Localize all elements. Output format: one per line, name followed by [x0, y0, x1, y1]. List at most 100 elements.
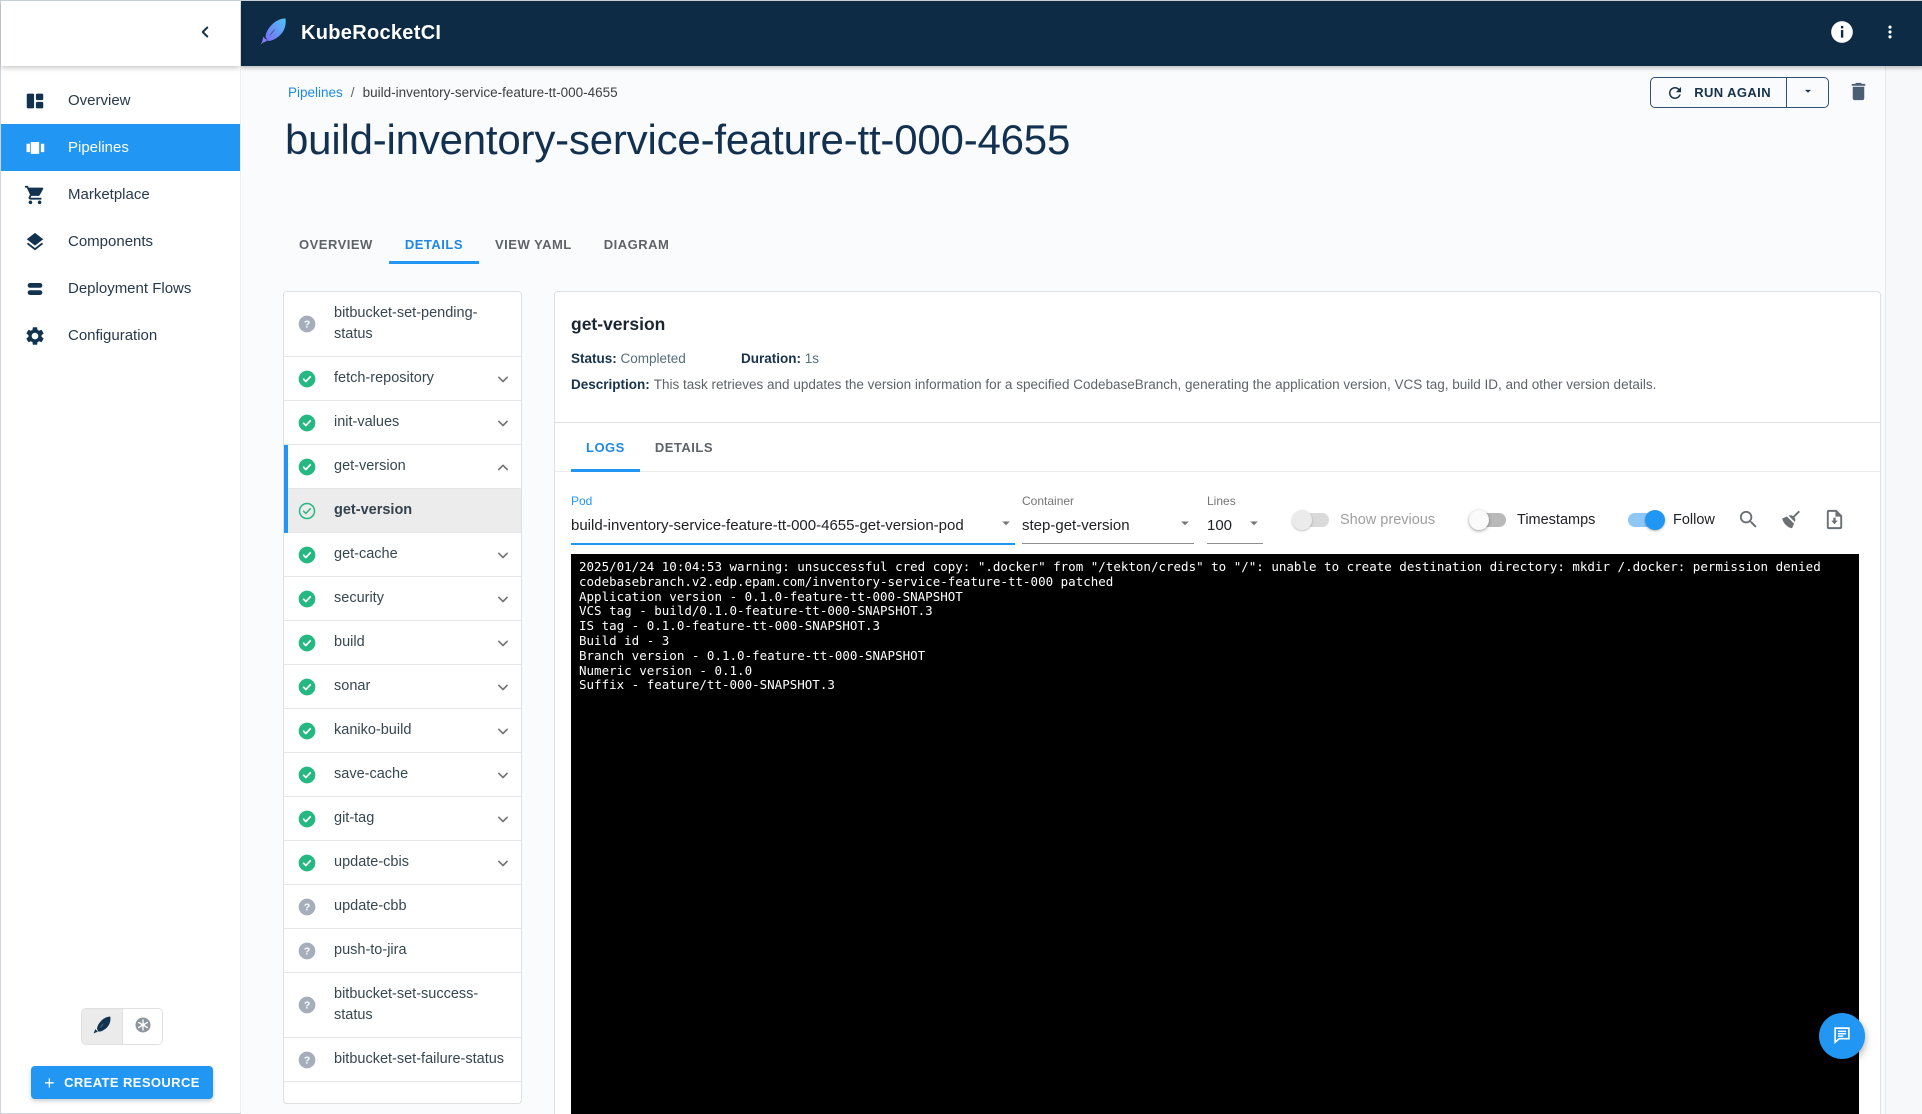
task-list: ?bitbucket-set-pending-status fetch-repos… [284, 292, 521, 1082]
task-item-label: save-cache [334, 764, 493, 785]
run-again-dropdown-button[interactable] [1786, 78, 1828, 107]
chevron-up-icon[interactable] [493, 457, 513, 477]
sidebar-item-pipelines[interactable]: Pipelines [1, 124, 240, 171]
task-detail-header: get-version Status: Completed Duration: … [555, 292, 1880, 423]
log-terminal[interactable]: 2025/01/24 10:04:53 warning: unsuccessfu… [571, 554, 1859, 1114]
task-item-get-version[interactable]: get-version [288, 489, 521, 533]
chevron-down-icon[interactable] [493, 853, 513, 873]
kebab-menu-button[interactable] [1881, 22, 1899, 45]
caret-down-icon [1176, 514, 1194, 536]
breadcrumb-pipelines-link[interactable]: Pipelines [288, 85, 343, 100]
appbar: KubeRocketCI [241, 1, 1922, 66]
tab-view-yaml[interactable]: VIEW YAML [479, 224, 588, 264]
task-item-update-cbis[interactable]: update-cbis [284, 841, 521, 885]
tab-details[interactable]: DETAILS [389, 224, 479, 264]
task-item-save-cache[interactable]: save-cache [284, 753, 521, 797]
lines-select[interactable]: Lines 100 [1207, 494, 1263, 544]
task-item-label: get-version [334, 500, 513, 521]
lines-value: 100 [1207, 517, 1232, 534]
pod-label: Pod [571, 494, 1015, 508]
sidebar-item-overview[interactable]: Overview [1, 77, 240, 124]
run-again-split-button: RUN AGAIN [1650, 77, 1829, 108]
info-icon [1829, 19, 1855, 48]
task-item-push-to-jira[interactable]: ?push-to-jira [284, 929, 521, 973]
task-item-bitbucket-set-success-status[interactable]: ?bitbucket-set-success-status [284, 973, 521, 1038]
chevron-down-icon[interactable] [493, 721, 513, 741]
svg-text:?: ? [304, 902, 310, 913]
sidebar-item-configuration[interactable]: Configuration [1, 312, 240, 359]
create-resource-button[interactable]: + CREATE RESOURCE [31, 1066, 213, 1099]
task-item-update-cbb[interactable]: ? update-cbb [284, 885, 521, 929]
chevron-down-icon[interactable] [493, 369, 513, 389]
task-item-security[interactable]: security [284, 577, 521, 621]
chevron-down-icon[interactable] [493, 809, 513, 829]
task-item-label: get-cache [334, 544, 493, 565]
toggle-label: Show previous [1340, 512, 1435, 528]
sidebar-item-deployment-flows[interactable]: Deployment Flows [1, 265, 240, 312]
chevron-down-icon[interactable] [493, 589, 513, 609]
task-item-bitbucket-set-pending-status[interactable]: ?bitbucket-set-pending-status [284, 292, 521, 357]
chevron-down-icon[interactable] [493, 413, 513, 433]
tab-details[interactable]: DETAILS [640, 423, 728, 471]
sidebar-item-components[interactable]: Components [1, 218, 240, 265]
task-title: get-version [571, 314, 1856, 335]
task-item-label: init-values [334, 412, 493, 433]
task-item-git-tag[interactable]: git-tag [284, 797, 521, 841]
tab-overview[interactable]: OVERVIEW [283, 224, 389, 264]
status-value: Completed [621, 351, 686, 366]
page-scrollbar-track[interactable] [1885, 66, 1922, 1114]
container-label: Container [1022, 494, 1194, 508]
sidebar-header [1, 1, 240, 66]
container-select[interactable]: Container step-get-version [1022, 494, 1194, 544]
chat-bubble-icon [1831, 1024, 1853, 1049]
deployment-flows-icon [24, 278, 46, 300]
container-value: step-get-version [1022, 517, 1130, 534]
info-button[interactable] [1829, 19, 1855, 48]
run-again-button[interactable]: RUN AGAIN [1651, 78, 1786, 107]
breadcrumb: Pipelines / build-inventory-service-feat… [288, 85, 618, 100]
sidebar-item-marketplace[interactable]: Marketplace [1, 171, 240, 218]
chat-fab-button[interactable] [1819, 1013, 1865, 1059]
task-item-bitbucket-set-failure-status[interactable]: ?bitbucket-set-failure-status [284, 1038, 521, 1082]
check-circle-icon [297, 457, 317, 477]
marketplace-icon [24, 184, 46, 206]
sidebar-item-label: Overview [68, 92, 131, 109]
toggle-timestamps[interactable]: Timestamps [1472, 512, 1595, 528]
task-item-kaniko-build[interactable]: kaniko-build [284, 709, 521, 753]
chevron-left-icon [196, 23, 214, 44]
tab-diagram[interactable]: DIAGRAM [588, 224, 686, 264]
sidebar-collapse-button[interactable] [196, 23, 214, 44]
duration-label: Duration: [741, 351, 801, 366]
delete-pipeline-button[interactable] [1847, 80, 1870, 106]
sidebar-nav: Overview Pipelines Marketplace ComponentsDe… [1, 77, 240, 359]
toggle-follow[interactable]: Follow [1628, 512, 1715, 528]
sidebar-item-label: Configuration [68, 327, 157, 344]
task-item-build[interactable]: build [284, 621, 521, 665]
kubernetes-toggle-button[interactable] [122, 1009, 162, 1044]
task-item-get-cache[interactable]: get-cache [284, 533, 521, 577]
task-item-get-version[interactable]: get-version [288, 445, 521, 489]
task-list-card: ?bitbucket-set-pending-status fetch-repos… [283, 291, 522, 1104]
task-item-label: update-cbb [334, 896, 513, 917]
tab-logs[interactable]: LOGS [571, 423, 640, 471]
chevron-down-icon[interactable] [493, 633, 513, 653]
sidebar-item-label: Marketplace [68, 186, 150, 203]
chevron-down-icon[interactable] [493, 677, 513, 697]
chevron-down-icon[interactable] [493, 765, 513, 785]
svg-text:?: ? [304, 946, 310, 957]
task-item-fetch-repository[interactable]: fetch-repository [284, 357, 521, 401]
search-button[interactable] [1737, 508, 1760, 534]
chevron-down-icon[interactable] [493, 545, 513, 565]
task-item-sonar[interactable]: sonar [284, 665, 521, 709]
download-button[interactable] [1823, 508, 1846, 534]
task-item-label: update-cbis [334, 852, 493, 873]
task-item-init-values[interactable]: init-values [284, 401, 521, 445]
krci-logo-toggle-button[interactable] [82, 1009, 122, 1044]
task-item-label: bitbucket-set-failure-status [334, 1049, 513, 1070]
task-item-label: fetch-repository [334, 368, 493, 389]
broom-button[interactable] [1780, 508, 1803, 534]
check-circle-icon [297, 589, 317, 609]
pod-select[interactable]: Pod build-inventory-service-feature-tt-0… [571, 494, 1015, 545]
check-circle-icon [297, 809, 317, 829]
task-item-label: sonar [334, 676, 493, 697]
